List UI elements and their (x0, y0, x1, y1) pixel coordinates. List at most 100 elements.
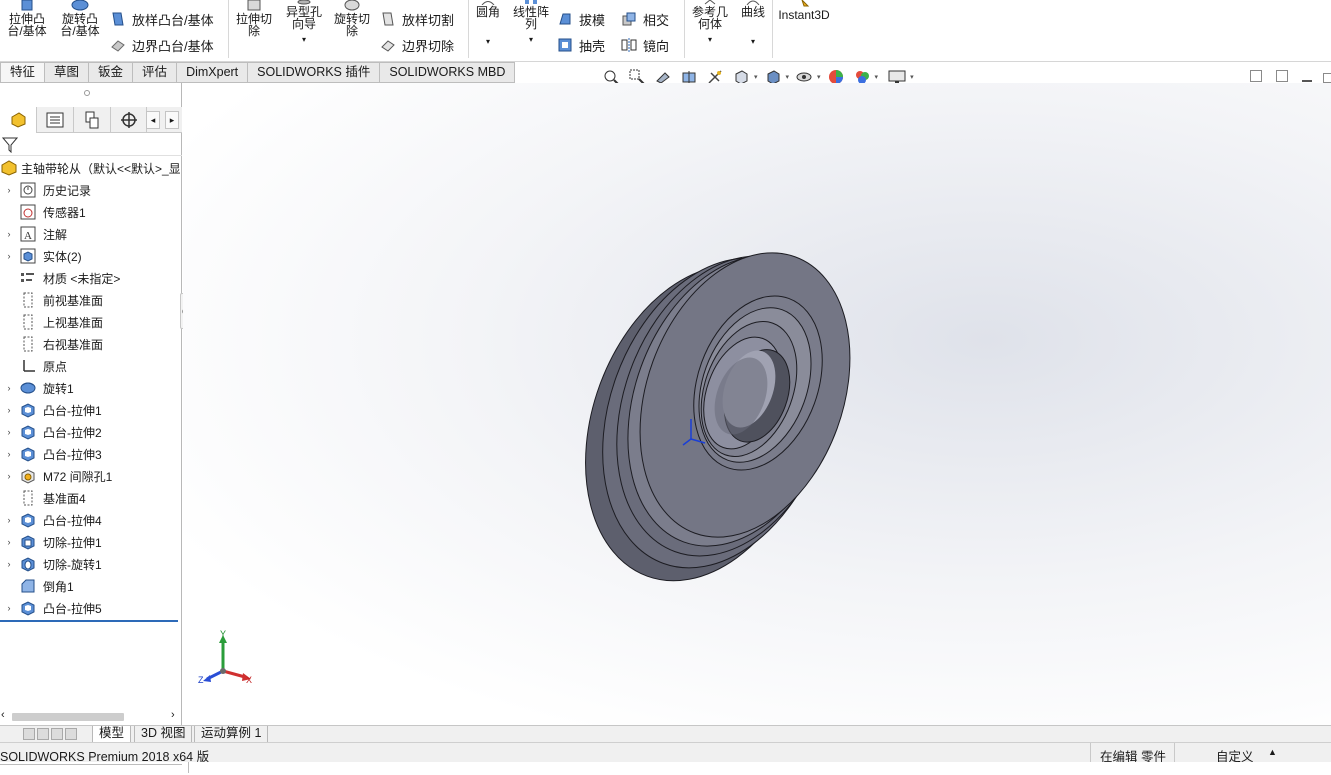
feature-node[interactable]: › 旋转1 (0, 377, 180, 399)
previous-tab-button[interactable] (37, 728, 49, 740)
fillet-button[interactable]: 圆角 ▾ (472, 0, 504, 48)
feature-node[interactable]: › 实体(2) (0, 245, 180, 267)
expand-arrow-icon[interactable]: › (2, 185, 16, 195)
units-menu-arrow-icon[interactable]: ▲ (1268, 747, 1277, 757)
material-icon (19, 269, 37, 287)
boundary-boss-button[interactable]: 边界凸台/基体 (110, 34, 214, 56)
linear-pattern-button[interactable]: 线性阵 列 ▾ (509, 0, 553, 46)
tab-evaluate[interactable]: 评估 (133, 62, 178, 83)
mirror-button[interactable]: 镜向 (621, 34, 669, 56)
extruded-cut-button[interactable]: 拉伸切 除 (233, 0, 275, 37)
linear-pattern-dropdown[interactable]: ▾ (529, 34, 533, 46)
feature-node[interactable]: › 凸台-拉伸5 (0, 597, 180, 619)
apply-scene-dropdown[interactable]: ▾ (875, 73, 879, 81)
display-style-dropdown[interactable]: ▾ (786, 73, 790, 81)
feature-node[interactable]: › A 注解 (0, 223, 180, 245)
feature-node[interactable]: 上视基准面 (0, 311, 180, 333)
next-tab-button[interactable] (51, 728, 63, 740)
scroll-left-arrow[interactable]: ‹ (1, 709, 5, 721)
minimize-viewport-icon[interactable] (1302, 80, 1312, 82)
feature-node[interactable]: › 切除-拉伸1 (0, 531, 180, 553)
expand-arrow-icon[interactable]: › (2, 229, 16, 239)
tree-horizontal-scrollbar[interactable]: ‹ › (0, 709, 182, 725)
feature-node[interactable]: › 凸台-拉伸1 (0, 399, 180, 421)
intersect-button[interactable]: 相交 (621, 8, 669, 30)
feature-node[interactable]: 原点 (0, 355, 180, 377)
lofted-boss-button[interactable]: 放样凸台/基体 (110, 8, 214, 30)
model-view[interactable]: Y X Z (183, 83, 1331, 725)
expand-arrow-icon[interactable]: › (2, 515, 16, 525)
lofted-cut-button[interactable]: 放样切割 (380, 8, 454, 30)
rollback-bar[interactable] (0, 620, 178, 622)
expand-arrow-icon[interactable]: › (2, 383, 16, 393)
reference-geometry-button[interactable]: 参考几 何体 ▾ (688, 0, 732, 46)
hole-wizard-button[interactable]: 异型孔 向导 ▾ (282, 0, 326, 46)
expand-arrow-icon[interactable]: › (2, 537, 16, 547)
expand-arrow-icon[interactable]: › (2, 559, 16, 569)
shell-button[interactable]: 抽壳 (557, 34, 605, 56)
feature-node[interactable]: › M72 间隙孔1 (0, 465, 180, 487)
tab-model[interactable]: 模型 (92, 726, 132, 743)
revolved-cut-button[interactable]: 旋转切 除 (330, 0, 374, 37)
scroll-right-arrow[interactable]: › (171, 709, 175, 721)
tab-features[interactable]: 特征 (0, 62, 46, 83)
expand-arrow-icon[interactable]: › (2, 603, 16, 613)
tile-viewport-icon[interactable] (1276, 70, 1288, 82)
tab-dimxpert[interactable]: DimXpert (177, 62, 249, 83)
curves-dropdown[interactable]: ▾ (751, 36, 755, 48)
tab-sketch[interactable]: 草图 (45, 62, 90, 83)
hole-wizard-dropdown[interactable]: ▾ (302, 34, 306, 46)
draft-button[interactable]: 拔模 (557, 8, 605, 30)
feature-node[interactable]: 材质 <未指定> (0, 267, 180, 289)
feature-node[interactable]: 右视基准面 (0, 333, 180, 355)
last-tab-button[interactable] (65, 728, 77, 740)
hide-show-dropdown[interactable]: ▾ (817, 73, 821, 81)
expand-arrow-icon[interactable]: › (2, 449, 16, 459)
tab-dimxpert-manager[interactable] (111, 107, 147, 133)
expand-arrow-icon[interactable]: › (2, 427, 16, 437)
restore-viewport-icon[interactable] (1250, 70, 1262, 82)
tabs-scroll-right[interactable]: ▸ (165, 111, 179, 129)
boundary-cut-button[interactable]: 边界切除 (380, 34, 454, 56)
feature-node[interactable]: 前视基准面 (0, 289, 180, 311)
tab-property-manager[interactable] (37, 107, 74, 133)
tab-motion-study[interactable]: 运动算例 1 (194, 726, 269, 743)
feature-node-label: 切除-旋转1 (43, 557, 102, 572)
tab-configuration-manager[interactable] (74, 107, 111, 133)
reference-geometry-dropdown[interactable]: ▾ (708, 34, 712, 46)
scroll-thumb[interactable] (12, 713, 124, 721)
view-settings-dropdown[interactable]: ▾ (910, 73, 914, 81)
tab-mbd[interactable]: SOLIDWORKS MBD (380, 62, 516, 83)
expand-arrow-icon[interactable]: › (2, 251, 16, 261)
feature-node[interactable]: 倒角1 (0, 575, 180, 597)
fillet-dropdown[interactable]: ▾ (486, 36, 490, 48)
feature-node[interactable]: 传感器1 (0, 201, 180, 223)
feature-node[interactable]: › 历史记录 (0, 179, 180, 201)
expand-arrow-icon[interactable]: › (2, 405, 16, 415)
revolved-boss-icon (71, 0, 89, 11)
tab-sheet-metal[interactable]: 钣金 (89, 62, 134, 83)
tab-feature-manager[interactable] (0, 107, 37, 133)
feature-node[interactable]: › 切除-旋转1 (0, 553, 180, 575)
first-tab-button[interactable] (23, 728, 35, 740)
feature-node[interactable]: 基准面4 (0, 487, 180, 509)
extruded-boss-button[interactable]: 拉伸凸 台/基体 (6, 0, 48, 37)
maximize-viewport-icon[interactable] (1323, 73, 1331, 83)
feature-node[interactable]: › 凸台-拉伸4 (0, 509, 180, 531)
instant3d-button[interactable]: Instant3D (778, 0, 830, 21)
plane-icon (19, 291, 37, 309)
revolved-boss-button[interactable]: 旋转凸 台/基体 (58, 0, 102, 37)
view-orientation-dropdown[interactable]: ▾ (754, 73, 758, 81)
panel-splitter-handle[interactable] (84, 90, 90, 96)
part-root-node[interactable]: 主轴带轮从（默认<<默认>_显 (0, 157, 180, 179)
feature-node[interactable]: › 凸台-拉伸3 (0, 443, 180, 465)
tabs-scroll-left[interactable]: ◂ (146, 111, 160, 129)
graphics-area[interactable]: Y X Z (183, 83, 1331, 725)
curves-button[interactable]: 曲线 ▾ (738, 0, 768, 48)
feature-node[interactable]: › 凸台-拉伸2 (0, 421, 180, 443)
tab-addins[interactable]: SOLIDWORKS 插件 (248, 62, 381, 83)
tab-3d-views[interactable]: 3D 视图 (134, 726, 193, 743)
expand-arrow-icon[interactable]: › (2, 471, 16, 481)
tree-filter-bar[interactable] (0, 134, 182, 156)
pulley-part[interactable] (544, 223, 887, 613)
